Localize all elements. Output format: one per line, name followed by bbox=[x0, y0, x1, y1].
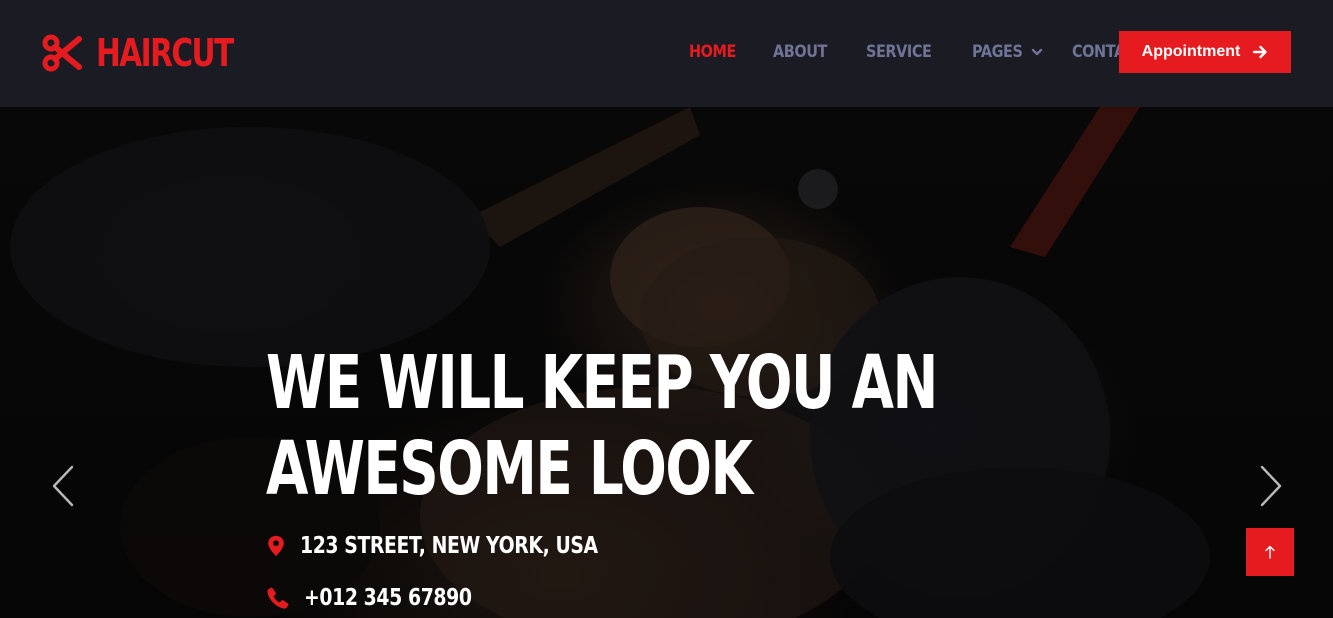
nav-item-label: PAGES bbox=[971, 42, 1023, 62]
nav-item-label: SERVICE bbox=[865, 42, 932, 62]
hero-phone: +012 345 67890 bbox=[266, 585, 508, 611]
chevron-left-icon bbox=[52, 465, 74, 507]
chevron-down-icon bbox=[1031, 48, 1043, 56]
chevron-right-icon bbox=[1260, 465, 1282, 507]
hero-phone-text: +012 345 67890 bbox=[304, 585, 472, 611]
hero-content: WE WILL KEEP YOU AN AWESOME LOOK bbox=[266, 340, 1173, 512]
scissors-icon bbox=[42, 34, 82, 72]
hero-address-text: 123 STREET, NEW YORK, USA bbox=[300, 533, 598, 559]
nav-item-about[interactable]: ABOUT bbox=[773, 42, 836, 62]
arrow-up-icon bbox=[1265, 545, 1275, 559]
nav-item-label: ABOUT bbox=[773, 42, 828, 62]
brand-name: HAIRCUT bbox=[96, 31, 234, 75]
phone-icon bbox=[267, 587, 289, 609]
arrow-right-icon bbox=[1253, 45, 1268, 59]
nav-item-pages[interactable]: PAGES bbox=[972, 42, 1043, 62]
hero-headline-line1: WE WILL KEEP YOU AN bbox=[266, 340, 938, 426]
carousel-next-button[interactable] bbox=[1256, 464, 1286, 508]
hero-carousel: WE WILL KEEP YOU AN AWESOME LOOK 123 STR… bbox=[0, 107, 1333, 618]
nav-item-home[interactable]: HOME bbox=[689, 42, 744, 62]
map-marker-icon bbox=[268, 535, 284, 557]
carousel-prev-button[interactable] bbox=[48, 464, 78, 508]
hero-address: 123 STREET, NEW YORK, USA bbox=[266, 533, 663, 559]
hero-headline: WE WILL KEEP YOU AN AWESOME LOOK bbox=[266, 340, 938, 512]
brand-logo[interactable]: HAIRCUT bbox=[42, 30, 271, 76]
hero-headline-line2: AWESOME LOOK bbox=[266, 426, 753, 512]
back-to-top-button[interactable] bbox=[1246, 528, 1294, 576]
navbar: HAIRCUT HOME ABOUT SERVICE PAGES CONTACT… bbox=[0, 0, 1333, 107]
nav-item-label: HOME bbox=[689, 42, 736, 62]
nav-item-service[interactable]: SERVICE bbox=[866, 42, 943, 62]
appointment-button[interactable]: Appointment bbox=[1119, 31, 1291, 73]
main-nav: HOME ABOUT SERVICE PAGES CONTACT bbox=[689, 38, 1186, 66]
appointment-button-label: Appointment bbox=[1141, 43, 1241, 60]
